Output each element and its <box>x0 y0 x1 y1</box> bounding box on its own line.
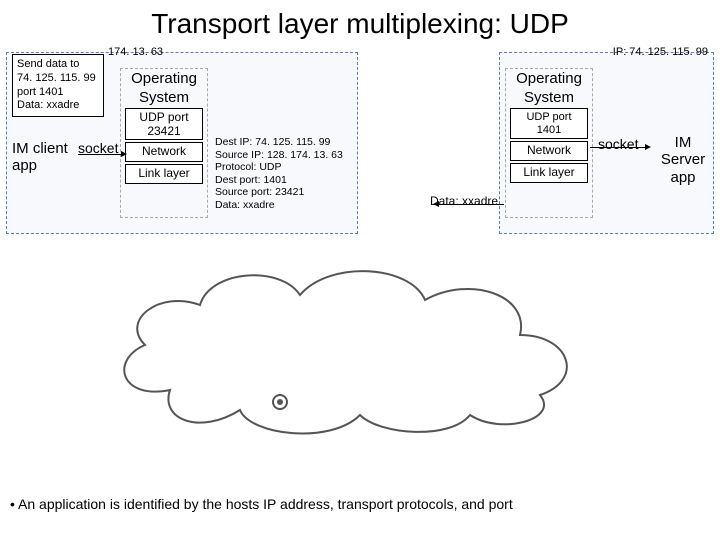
client-ip-label: 174. 13. 63 <box>108 46 163 58</box>
bullet-text: • An application is identified by the ho… <box>10 496 513 512</box>
client-link-box: Link layer <box>125 164 203 184</box>
server-app-line: IM <box>656 134 710 151</box>
server-data-label: Data: xxadre <box>430 194 498 208</box>
cloud-icon <box>90 250 610 440</box>
server-link-box: Link layer <box>510 163 588 183</box>
client-os-box: Operating System UDP port 23421 Network … <box>120 68 208 218</box>
send-line: Send data to <box>17 58 99 72</box>
packet-line: Source port: 23421 <box>215 186 355 199</box>
server-os-box: Operating System UDP port 1401 Network L… <box>505 68 593 218</box>
server-app-line: app <box>656 169 710 186</box>
network-cloud <box>90 250 610 440</box>
client-app-line: app <box>12 157 68 174</box>
client-socket-arrow <box>78 154 122 155</box>
diagram-area: 174. 13. 63 Send data to 74. 125. 115. 9… <box>0 44 720 284</box>
server-socket-arrow <box>590 147 646 148</box>
packet-line: Data: xxadre <box>215 199 355 212</box>
packet-details: Dest IP: 74. 125. 115. 99 Source IP: 128… <box>215 136 355 212</box>
server-socket-label: socket <box>598 136 638 152</box>
os-title-line: Operating <box>506 71 592 88</box>
server-network-box: Network <box>510 141 588 161</box>
server-app-label: IM Server app <box>656 134 710 186</box>
packet-line: Dest IP: 74. 125. 115. 99 <box>215 136 355 149</box>
send-data-box: Send data to 74. 125. 115. 99 port 1401 … <box>12 54 104 117</box>
os-title-line: System <box>506 90 592 107</box>
server-app-line: Server <box>656 151 710 168</box>
udp-line: UDP port <box>128 111 200 125</box>
udp-line: 23421 <box>128 125 200 139</box>
os-title-line: Operating <box>121 71 207 88</box>
packet-line: Source IP: 128. 174. 13. 63 <box>215 149 355 162</box>
os-title-line: System <box>121 90 207 107</box>
packet-line: Dest port: 1401 <box>215 174 355 187</box>
send-line: 74. 125. 115. 99 <box>17 72 99 86</box>
client-app-line: IM client <box>12 140 68 157</box>
send-line: port 1401 <box>17 86 99 100</box>
send-line: Data: xxadre <box>17 99 99 113</box>
client-app-label: IM client app <box>12 140 68 175</box>
server-udp-box: UDP port 1401 <box>510 108 588 139</box>
slide-title: Transport layer multiplexing: UDP <box>0 0 720 44</box>
client-udp-box: UDP port 23421 <box>125 108 203 140</box>
packet-line: Protocol: UDP <box>215 161 355 174</box>
server-ip-label: IP: 74. 125. 115. 99 <box>613 46 708 58</box>
server-data-arrow <box>438 204 504 205</box>
client-network-box: Network <box>125 142 203 162</box>
